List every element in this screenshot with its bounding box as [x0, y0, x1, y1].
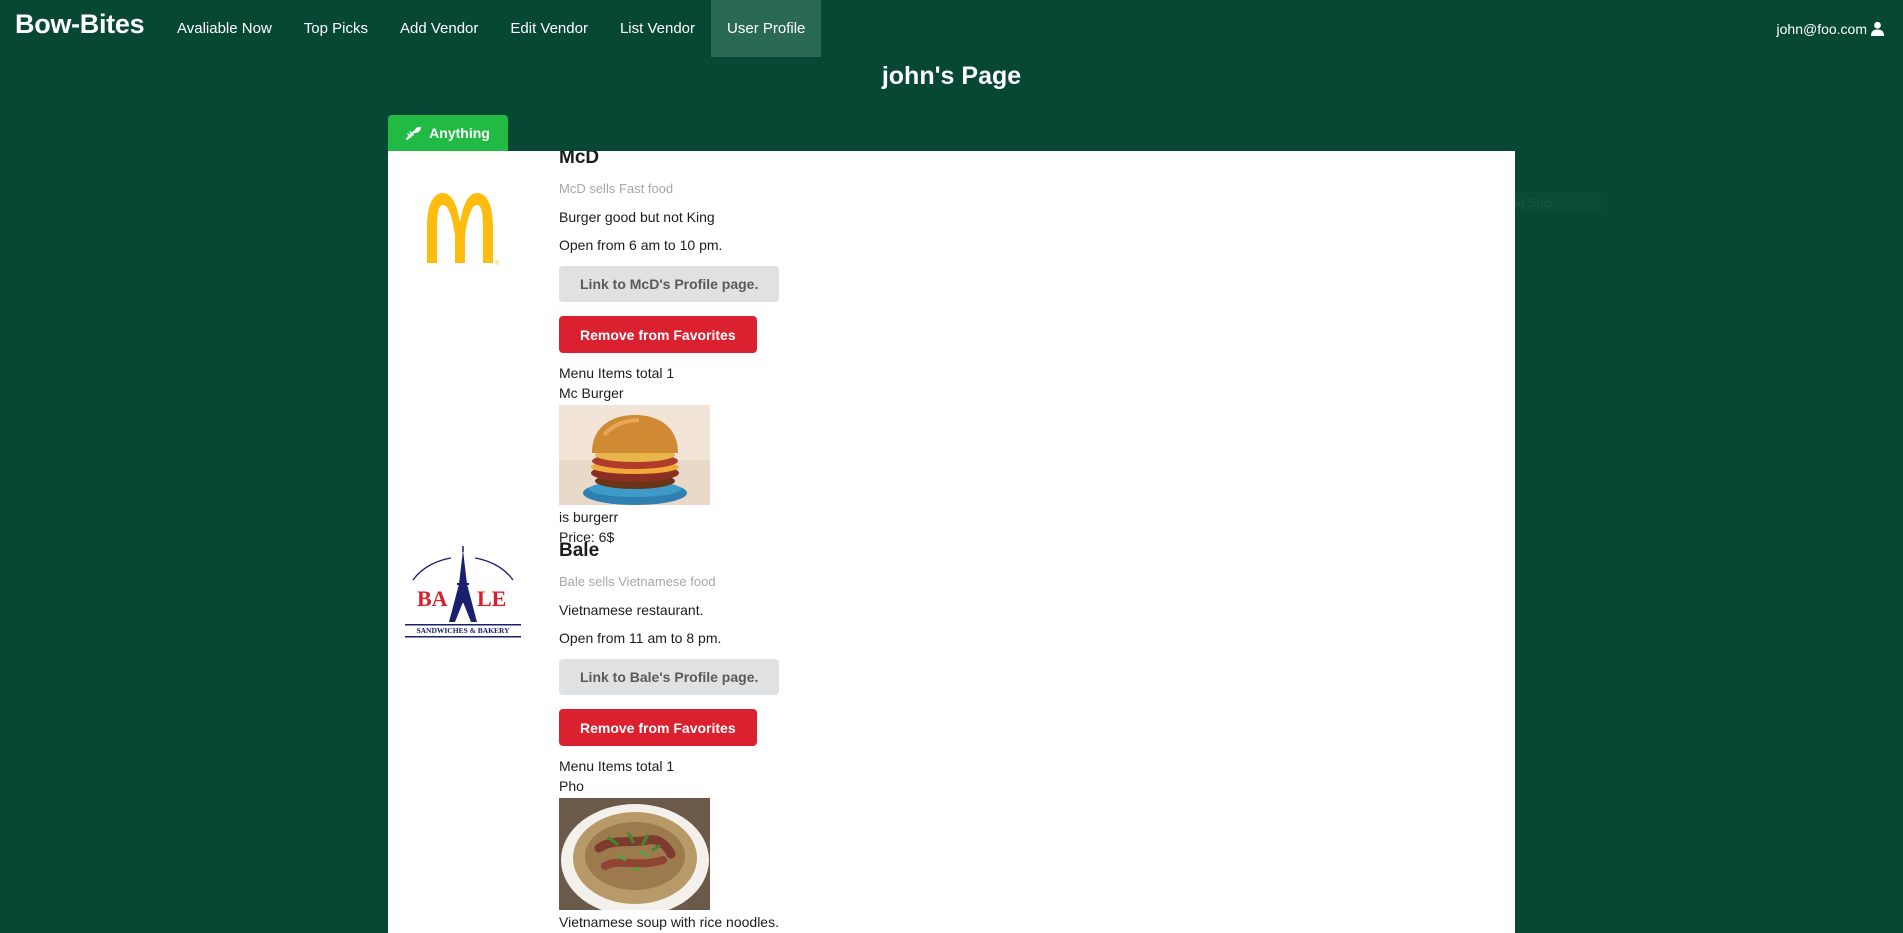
menu-items-total: Menu Items total 1	[559, 758, 675, 774]
menu-items-total: Menu Items total 1	[559, 365, 675, 381]
vendor-hours: Open from 11 am to 8 pm.	[559, 630, 722, 646]
vendor-name: McD	[559, 151, 600, 168]
user-menu[interactable]: john@foo.com	[1777, 0, 1885, 57]
burger-photo	[559, 405, 710, 505]
svg-text:SANDWICHES & BAKERY: SANDWICHES & BAKERY	[416, 626, 510, 635]
vendor-profile-link-button[interactable]: Link to Bale's Profile page.	[559, 659, 780, 695]
remove-favorite-button[interactable]: Remove from Favorites	[559, 709, 757, 746]
svg-text:LE: LE	[477, 586, 506, 611]
filter-anything-button[interactable]: Anything	[388, 115, 508, 151]
vendor-name: Bale	[559, 540, 600, 561]
nav-item-available-now[interactable]: Avaliable Now	[161, 0, 288, 57]
pho-photo	[559, 798, 710, 910]
brand-logo[interactable]: Bow-Bites	[15, 9, 145, 40]
mcdonalds-arches-logo: ®	[403, 181, 523, 281]
favorites-card: ® McD McD sells Fast food Burger good bu…	[388, 151, 1515, 933]
filter-label: Anything	[429, 125, 490, 141]
menu-item-name: Pho	[559, 778, 584, 794]
svg-text:BA: BA	[417, 586, 448, 611]
page-title: john's Page	[881, 62, 1022, 90]
vendor-item: ® McD McD sells Fast food Burger good bu…	[388, 151, 1515, 545]
nav-item-add-vendor[interactable]: Add Vendor	[384, 0, 494, 57]
remove-favorite-button[interactable]: Remove from Favorites	[559, 316, 757, 353]
vendor-item: BA LE SANDWICHES & BAKERY Bale Bale sell…	[388, 540, 1515, 933]
svg-text:®: ®	[495, 260, 500, 267]
nav-item-user-profile[interactable]: User Profile	[711, 0, 822, 57]
menu-item-description: Vietnamese soup with rice noodles.	[559, 914, 779, 930]
menu-item-name: Mc Burger	[559, 385, 624, 401]
menu-item-description: is burgerr	[559, 509, 619, 525]
vendor-subtitle: McD sells Fast food	[559, 181, 674, 196]
vendor-subtitle: Bale sells Vietnamese food	[559, 574, 716, 589]
vendor-hours: Open from 6 am to 10 pm.	[559, 237, 723, 253]
utensils-icon	[406, 126, 422, 141]
vendor-description: Vietnamese restaurant.	[559, 602, 704, 618]
nav-item-top-picks[interactable]: Top Picks	[288, 0, 384, 57]
nav-item-edit-vendor[interactable]: Edit Vendor	[494, 0, 604, 57]
top-navbar: Bow-Bites Avaliable Now Top Picks Add Ve…	[0, 0, 1903, 57]
bale-eiffel-logo: BA LE SANDWICHES & BAKERY	[403, 544, 523, 644]
nav-item-list-vendor[interactable]: List Vendor	[604, 0, 711, 57]
vendor-description: Burger good but not King	[559, 209, 715, 225]
vendor-profile-link-button[interactable]: Link to McD's Profile page.	[559, 266, 780, 302]
nav-menu: Avaliable Now Top Picks Add Vendor Edit …	[161, 0, 822, 57]
user-email: john@foo.com	[1776, 20, 1867, 37]
user-icon	[1870, 21, 1885, 36]
